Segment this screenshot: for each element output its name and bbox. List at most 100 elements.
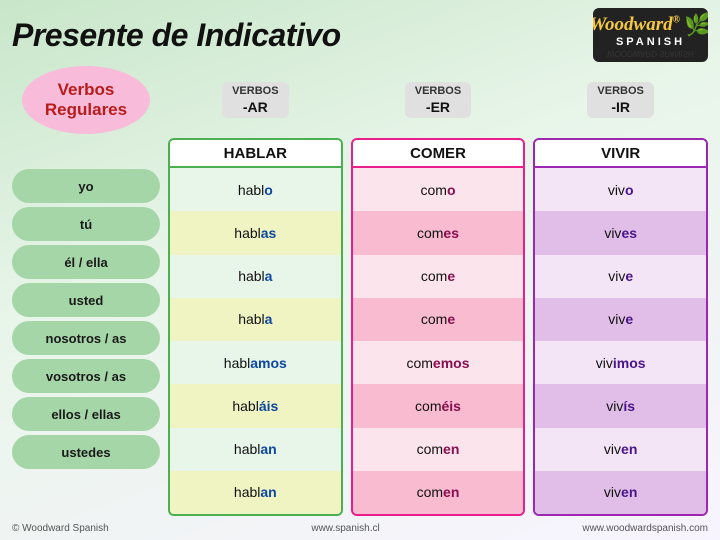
verb-ending: o	[625, 182, 634, 198]
col-header-row: VerbosRegulares VERBOS -AR VERBOS -ER VE…	[12, 66, 708, 134]
verb-cell-ir-7: viven	[535, 471, 706, 514]
verbos-regulares-label: VerbosRegulares	[22, 66, 150, 134]
verb-stem: habl	[234, 441, 260, 457]
verb-cell-er-5: coméis	[353, 384, 524, 427]
subject-cell-7: ustedes	[12, 435, 160, 469]
verb-ending: o	[447, 182, 456, 198]
verb-stem: habl	[234, 225, 260, 241]
verb-stem: habl	[234, 484, 260, 500]
logo-reflection: WOODWARD SPANISH	[603, 49, 698, 58]
verb-header-er: COMER	[353, 140, 524, 168]
verb-ending: a	[265, 311, 273, 327]
verb-ending: en	[621, 484, 637, 500]
verb-ending: éis	[441, 398, 460, 414]
verb-col-ar: HABLARhablohablashablahablahablamoshablá…	[168, 138, 343, 516]
verb-cell-ar-4: hablamos	[170, 341, 341, 384]
verb-ending: amos	[250, 355, 287, 371]
verb-cell-ar-7: hablan	[170, 471, 341, 514]
verb-ending: en	[621, 441, 637, 457]
verb-stem: habl	[238, 311, 264, 327]
verb-stem: habl	[224, 355, 250, 371]
verb-stem: com	[406, 355, 432, 371]
logo-brand: Woodward®	[593, 14, 680, 36]
subject-cell-0: yo	[12, 169, 160, 203]
verb-ending: an	[260, 484, 276, 500]
verb-stem: com	[421, 268, 447, 284]
verb-stem: com	[417, 441, 443, 457]
verbos-er-label: VERBOS -ER	[405, 82, 471, 118]
verb-cell-er-1: comes	[353, 211, 524, 254]
verb-ending: e	[447, 311, 455, 327]
verbos-regulares: VerbosRegulares	[12, 66, 160, 134]
verb-cell-ar-6: hablan	[170, 428, 341, 471]
subject-cell-4: nosotros / as	[12, 321, 160, 355]
subject-cell-6: ellos / ellas	[12, 397, 160, 431]
verb-ending: ís	[623, 398, 635, 414]
leaf-icon: 🌿	[684, 12, 708, 38]
verb-cell-ar-0: hablo	[170, 168, 341, 211]
verb-ending: emos	[433, 355, 470, 371]
footer-website1: www.spanish.cl	[311, 523, 379, 534]
verb-stem: viv	[604, 441, 621, 457]
verb-stem: viv	[596, 355, 613, 371]
page-title: Presente de Indicativo	[12, 19, 341, 51]
verb-stem: viv	[604, 225, 621, 241]
verb-cell-ir-1: vives	[535, 211, 706, 254]
verb-stem: com	[421, 311, 447, 327]
col-header-ir: VERBOS -IR	[533, 82, 708, 118]
verb-cell-ir-6: viven	[535, 428, 706, 471]
verb-stem: viv	[608, 311, 625, 327]
verbos-ir-label: VERBOS -IR	[587, 82, 653, 118]
verbos-ar-label: VERBOS -AR	[222, 82, 288, 118]
verb-col-er: COMERcomocomescomecomecomemoscoméiscomen…	[351, 138, 526, 516]
verb-stem: habl	[238, 182, 264, 198]
verb-stem: viv	[606, 398, 623, 414]
verb-ending: en	[443, 441, 459, 457]
verb-cell-er-7: comen	[353, 471, 524, 514]
verb-stem: com	[420, 182, 446, 198]
verb-cell-ar-1: hablas	[170, 211, 341, 254]
verb-stem: viv	[608, 182, 625, 198]
verb-ending: es	[621, 225, 637, 241]
footer-website2: www.woodwardspanish.com	[582, 523, 708, 534]
verb-cell-ar-2: habla	[170, 255, 341, 298]
verb-ending: e	[625, 268, 633, 284]
verb-ending: e	[447, 268, 455, 284]
verb-cell-ar-5: habláis	[170, 384, 341, 427]
verb-ending: a	[265, 268, 273, 284]
verb-header-ar: HABLAR	[170, 140, 341, 168]
verb-stem: viv	[608, 268, 625, 284]
verb-stem: habl	[232, 398, 258, 414]
verb-ending: e	[625, 311, 633, 327]
col-header-ar: VERBOS -AR	[168, 82, 343, 118]
subject-cell-2: él / ella	[12, 245, 160, 279]
verb-ending: o	[264, 182, 273, 198]
verb-cell-ir-3: vive	[535, 298, 706, 341]
verb-ending: áis	[259, 398, 278, 414]
verb-cell-ir-4: vivimos	[535, 341, 706, 384]
verb-stem: com	[417, 484, 443, 500]
verb-cell-ar-3: habla	[170, 298, 341, 341]
subject-cell-1: tú	[12, 207, 160, 241]
verb-ending: en	[443, 484, 459, 500]
verb-col-ir: VIVIRvivovivesvivevivevivimosvivísvivenv…	[533, 138, 708, 516]
verb-cell-er-3: come	[353, 298, 524, 341]
verb-header-ir: VIVIR	[535, 140, 706, 168]
verb-stem: com	[417, 225, 443, 241]
subject-cell-3: usted	[12, 283, 160, 317]
main-grid: yo tú él / ella usted nosotros / as vosotros …	[12, 138, 708, 516]
subject-column: yo tú él / ella usted nosotros / as vosotros …	[12, 138, 160, 516]
verb-ending: imos	[613, 355, 646, 371]
verb-stem: viv	[604, 484, 621, 500]
header: Presente de Indicativo Woodward® 🌿 SPANI…	[12, 8, 708, 62]
verb-cell-er-2: come	[353, 255, 524, 298]
page: Presente de Indicativo Woodward® 🌿 SPANI…	[0, 0, 720, 540]
subject-cell-5: vosotros / as	[12, 359, 160, 393]
verb-stem: habl	[238, 268, 264, 284]
verb-cell-ir-2: vive	[535, 255, 706, 298]
verb-ending: es	[443, 225, 459, 241]
col-header-er: VERBOS -ER	[351, 82, 526, 118]
verb-cell-ir-0: vivo	[535, 168, 706, 211]
verb-ending: an	[260, 441, 276, 457]
footer-copyright: © Woodward Spanish	[12, 523, 109, 534]
